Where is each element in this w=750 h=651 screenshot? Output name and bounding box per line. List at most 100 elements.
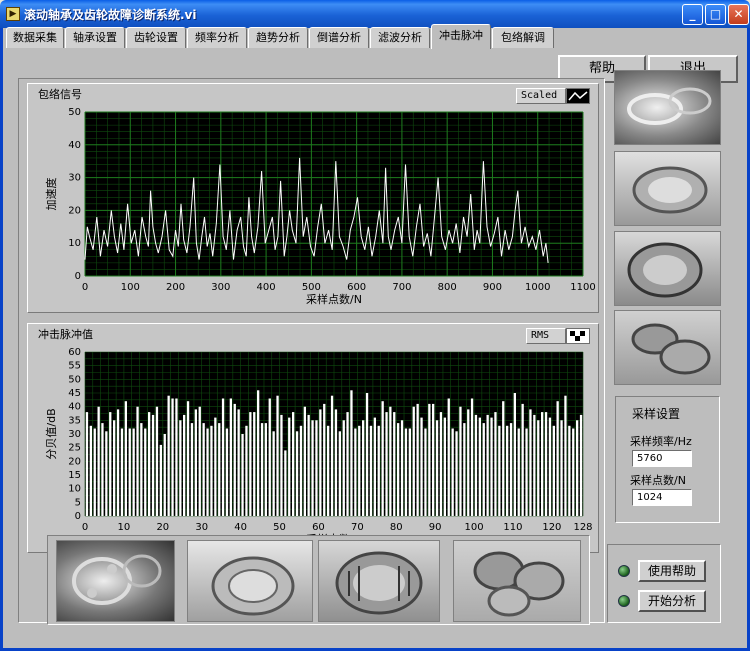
impulse-bar — [373, 417, 376, 516]
impulse-bar — [132, 428, 135, 516]
window-titlebar[interactable]: ▶ 滚动轴承及齿轮故障诊断系统.vi _ □ ✕ — [0, 0, 750, 28]
impulse-bar — [513, 393, 516, 516]
impulse-bar — [369, 425, 373, 516]
impulse-bar — [124, 401, 127, 516]
impulse-bar — [397, 423, 400, 516]
impulse-bar — [568, 425, 571, 516]
impulse-bar — [85, 412, 89, 516]
impulse-bar — [572, 428, 575, 516]
impulse-bar — [552, 425, 555, 516]
bearing-photo-4 — [453, 540, 581, 622]
side-bearing-photo-4 — [614, 310, 721, 385]
y-tick-label: 55 — [68, 361, 81, 372]
impulse-bar — [116, 409, 120, 516]
tab-5[interactable]: 趋势分析 — [248, 27, 308, 48]
impulse-bar — [136, 406, 139, 516]
impulse-bar — [214, 417, 217, 516]
minimize-button[interactable]: _ — [682, 4, 703, 25]
impulse-bar — [163, 434, 166, 516]
impulse-bar — [412, 406, 415, 516]
y-tick-label: 40 — [68, 140, 81, 151]
y-tick-label: 30 — [68, 429, 81, 440]
impulse-bar — [272, 431, 275, 516]
impulse-bar — [179, 420, 182, 516]
plot-style-icon[interactable] — [566, 88, 590, 104]
y-tick-label: 50 — [68, 107, 81, 118]
tab-1[interactable]: 数据采集 — [6, 27, 64, 48]
tab-6[interactable]: 倒谱分析 — [309, 27, 369, 48]
impulse-bar — [315, 420, 318, 516]
x-tick-label: 1100 — [570, 282, 595, 293]
tab-4[interactable]: 频率分析 — [187, 27, 247, 48]
start-analysis-button[interactable]: 开始分析 — [638, 590, 706, 612]
impulse-bar — [432, 403, 435, 516]
sample-settings-title: 采样设置 — [632, 407, 681, 421]
action-panel: 使用帮助 开始分析 — [607, 544, 721, 623]
sample-points-field[interactable]: 1024 — [632, 489, 692, 506]
impulse-bar — [105, 431, 108, 516]
impulse-bar — [288, 417, 291, 516]
tab-7[interactable]: 滤波分析 — [370, 27, 430, 48]
x-tick-label: 110 — [503, 522, 522, 533]
y-tick-label: 20 — [68, 205, 81, 216]
impulse-bar — [346, 412, 349, 516]
impulse-bar — [451, 428, 454, 516]
impulse-bar — [225, 428, 229, 516]
impulse-bar — [490, 417, 493, 516]
impulse-bar — [183, 414, 186, 516]
impulse-bar — [268, 398, 271, 516]
envelope-chart-frame: 包络信号 Scaled 0 100 200 300 400 500 600 700 800 900… — [27, 83, 599, 313]
bearing-photo-3 — [318, 540, 440, 622]
impulse-bar — [210, 425, 213, 516]
impulse-bar — [159, 444, 162, 516]
impulse-bar — [276, 395, 279, 516]
x-tick-label: 30 — [195, 522, 208, 533]
tab-2[interactable]: 轴承设置 — [65, 27, 125, 48]
impulse-scale-button[interactable]: RMS — [526, 328, 566, 344]
impulse-bar — [428, 403, 431, 516]
impulse-bar — [560, 420, 563, 516]
checker-style-icon[interactable] — [566, 328, 590, 344]
impulse-bar — [299, 425, 303, 516]
sample-freq-field[interactable]: 5760 — [632, 450, 692, 467]
tab-9[interactable]: 包络解调 — [492, 27, 554, 48]
impulse-bar — [101, 423, 104, 516]
impulse-bar — [319, 409, 322, 516]
impulse-chart-title: 冲击脉冲值 — [38, 328, 93, 341]
maximize-button[interactable]: □ — [705, 4, 726, 25]
bearing-photo-1 — [56, 540, 175, 622]
impulse-bar — [502, 401, 505, 516]
y-axis-label: 加速度 — [44, 178, 58, 211]
impulse-bar — [362, 420, 365, 516]
impulse-bar — [249, 412, 252, 516]
close-button[interactable]: ✕ — [728, 4, 749, 25]
y-tick-label: 45 — [68, 388, 81, 399]
use-help-button[interactable]: 使用帮助 — [638, 560, 706, 582]
x-tick-label: 500 — [302, 282, 321, 293]
x-axis-label: 采样点数/N — [306, 292, 362, 306]
impulse-bar — [280, 414, 283, 516]
tab-3[interactable]: 齿轮设置 — [126, 27, 186, 48]
impulse-bar — [264, 423, 267, 516]
y-tick-label: 25 — [68, 443, 81, 454]
x-tick-label: 700 — [392, 282, 411, 293]
impulse-bar — [350, 390, 353, 516]
impulse-bar — [218, 423, 221, 516]
x-tick-label: 70 — [351, 522, 364, 533]
x-tick-label: 50 — [273, 522, 286, 533]
impulse-bar — [327, 425, 330, 516]
tab-8[interactable]: 冲击脉冲 — [431, 24, 491, 49]
impulse-bar — [474, 414, 478, 516]
impulse-bar — [358, 425, 361, 516]
x-tick-label: 100 — [465, 522, 484, 533]
impulse-bar — [455, 431, 458, 516]
y-tick-label: 10 — [68, 238, 81, 249]
x-tick-label: 100 — [121, 282, 140, 293]
impulse-bar — [284, 450, 287, 516]
impulse-value-chart: 0 10 20 30 40 50 60 70 80 90 100 110 120 128 0 5 10 15 20 2… — [45, 347, 593, 546]
impulse-bar — [311, 420, 314, 516]
envelope-scale-button[interactable]: Scaled — [516, 88, 566, 104]
impulse-bar — [233, 403, 236, 516]
impulse-bar — [463, 423, 466, 516]
y-tick-label: 35 — [68, 415, 81, 426]
